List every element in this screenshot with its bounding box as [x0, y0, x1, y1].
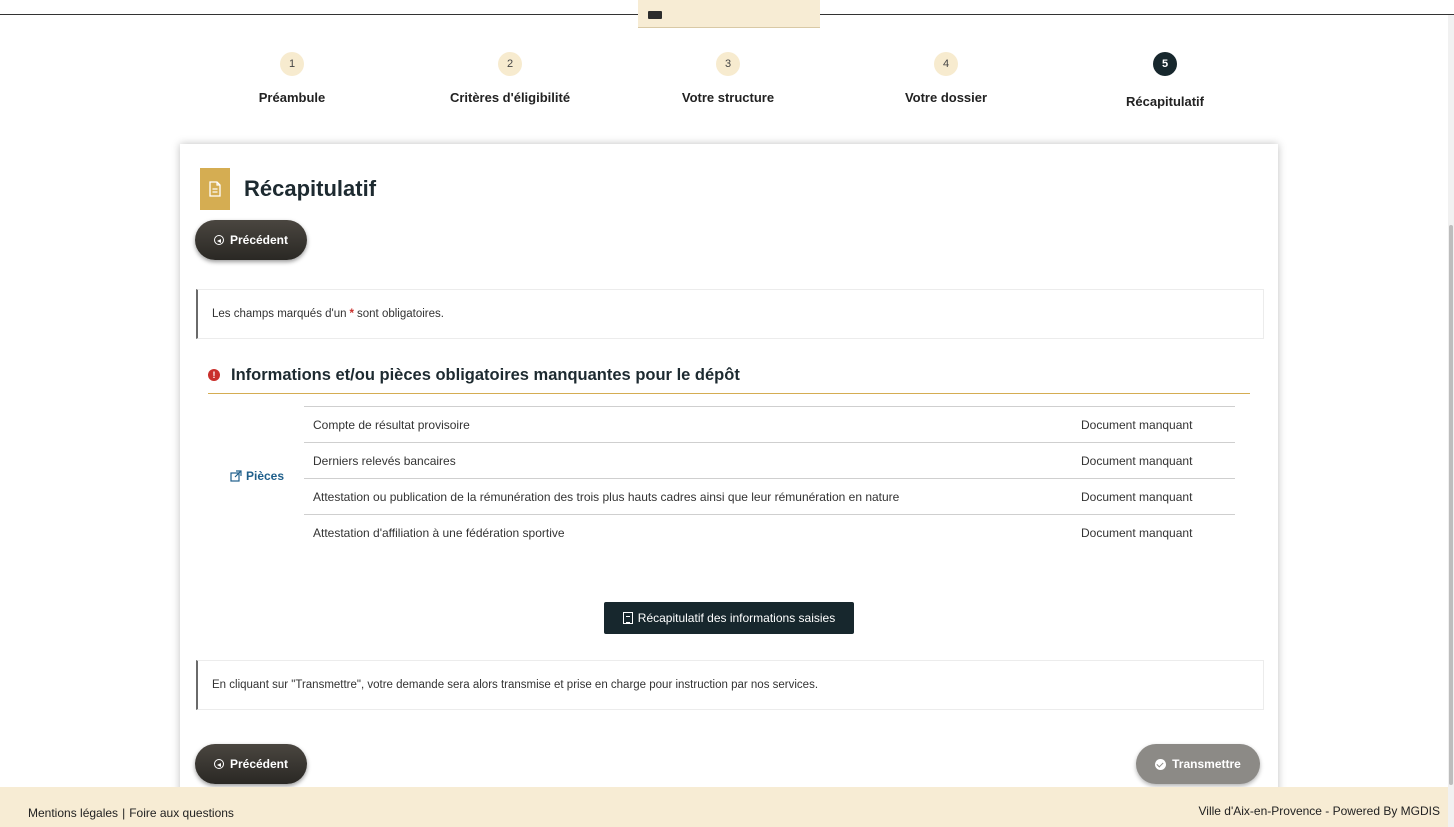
arrow-left-circle-icon [213, 759, 224, 769]
step-structure[interactable]: 3 Votre structure [628, 52, 828, 105]
pdf-icon [622, 612, 633, 624]
step-label: Récapitulatif [1125, 94, 1204, 109]
scrollbar-thumb[interactable] [1449, 225, 1453, 785]
pieces-link[interactable]: Pièces [230, 469, 284, 483]
previous-button-top[interactable]: Précédent [195, 220, 307, 260]
item-status: Document manquant [1081, 526, 1193, 540]
table-row: Derniers relevés bancaires Document manq… [304, 443, 1235, 479]
chip-icon [648, 11, 662, 19]
item-name: Compte de résultat provisoire [313, 417, 470, 432]
item-name: Attestation ou publication de la rémunér… [313, 489, 900, 504]
step-number: 1 [280, 52, 304, 76]
step-dossier[interactable]: 4 Votre dossier [846, 52, 1046, 105]
footer-links: Mentions légales | Foire aux questions [28, 806, 234, 820]
step-label: Préambule [258, 90, 326, 105]
alert-icon: ! [208, 369, 220, 381]
note-text: Les champs marqués d'un [212, 308, 347, 320]
missing-items-list: Compte de résultat provisoire Document m… [304, 406, 1235, 551]
step-preambule[interactable]: 1 Préambule [192, 52, 392, 105]
progress-stepper: 1 Préambule 2 Critères d'éligibilité 3 V… [180, 52, 1278, 112]
transmit-button[interactable]: Transmettre [1136, 744, 1260, 784]
summary-button-label: Récapitulatif des informations saisies [637, 611, 836, 625]
previous-button-label: Précédent [229, 757, 289, 771]
table-row: Compte de résultat provisoire Document m… [304, 407, 1235, 443]
previous-button-bottom[interactable]: Précédent [195, 744, 307, 784]
transmit-button-label: Transmettre [1172, 757, 1241, 771]
check-circle-icon [1155, 758, 1167, 770]
external-link-icon [230, 470, 242, 482]
footer: Mentions légales | Foire aux questions Vil… [0, 787, 1448, 827]
pieces-label: Pièces [246, 469, 285, 483]
step-number: 4 [934, 52, 958, 76]
legal-link[interactable]: Mentions légales [28, 806, 118, 820]
missing-section-title: Informations et/ou pièces obligatoires m… [231, 366, 740, 384]
summary-pdf-button[interactable]: Récapitulatif des informations saisies [604, 602, 854, 634]
step-recapitulatif[interactable]: 5 Récapitulatif [1065, 52, 1265, 109]
arrow-left-circle-icon [213, 235, 224, 245]
item-name: Derniers relevés bancaires [313, 453, 456, 468]
step-label: Critères d'éligibilité [449, 90, 571, 105]
document-icon [200, 168, 230, 210]
faq-link[interactable]: Foire aux questions [129, 806, 234, 820]
footer-credit: Ville d'Aix-en-Provence - Powered By MGD… [1198, 804, 1441, 818]
missing-items-table: Pièces Compte de résultat provisoire Doc… [224, 406, 1235, 551]
transmit-info-note: En cliquant sur "Transmettre", votre dem… [196, 660, 1264, 710]
item-status: Document manquant [1081, 417, 1193, 432]
table-row: Attestation ou publication de la rémunér… [304, 479, 1235, 515]
page-title: Récapitulatif [244, 176, 377, 201]
page-header: Récapitulatif [200, 168, 376, 210]
top-header-chip[interactable] [638, 0, 820, 28]
footer-separator: | [122, 806, 126, 820]
step-eligibilite[interactable]: 2 Critères d'éligibilité [410, 52, 610, 105]
note-text: sont obligatoires. [357, 308, 444, 320]
step-number: 3 [716, 52, 740, 76]
table-row: Attestation d'affiliation à une fédérati… [304, 515, 1235, 551]
previous-button-label: Précédent [229, 233, 289, 247]
item-name: Attestation d'affiliation à une fédérati… [313, 526, 565, 540]
step-label: Votre dossier [904, 90, 988, 105]
step-number: 5 [1153, 52, 1177, 76]
item-status: Document manquant [1081, 453, 1193, 468]
note-text: En cliquant sur "Transmettre", votre dem… [212, 679, 819, 691]
summary-card: Récapitulatif Précédent Les champs marqu… [180, 144, 1278, 804]
required-star: * [349, 308, 355, 320]
scrollbar[interactable] [1448, 15, 1454, 827]
step-number: 2 [498, 52, 522, 76]
step-label: Votre structure [681, 90, 775, 105]
required-fields-note: Les champs marqués d'un * sont obligatoi… [196, 289, 1264, 339]
item-status: Document manquant [1081, 489, 1193, 504]
missing-section-header: ! Informations et/ou pièces obligatoires… [208, 366, 1250, 394]
